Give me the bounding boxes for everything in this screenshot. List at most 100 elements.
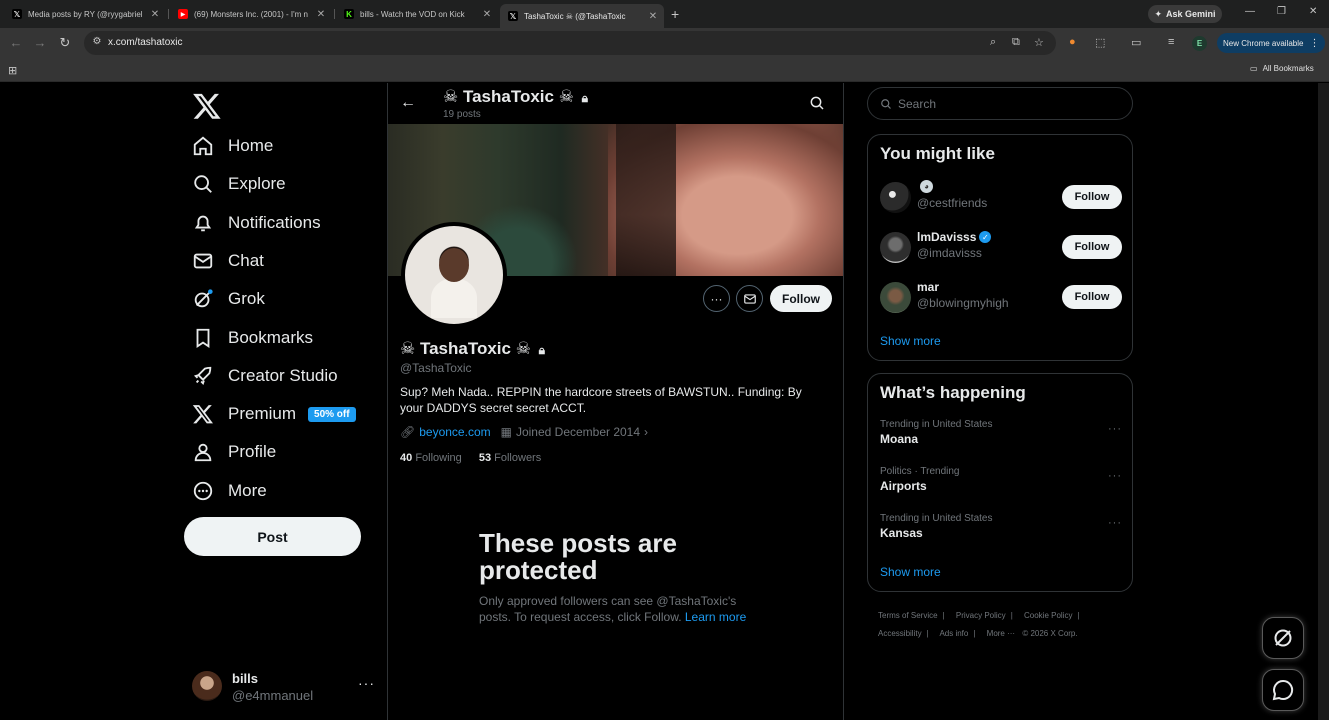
person-icon: [192, 441, 214, 463]
trend-item[interactable]: Trending in United States Kansas ···: [880, 513, 1122, 545]
footer-link[interactable]: Ads info: [939, 629, 968, 638]
profile-avatar[interactable]: E: [1192, 36, 1207, 51]
more-dots-icon[interactable]: ···: [1108, 423, 1122, 435]
footer-link[interactable]: Terms of Service: [878, 611, 938, 620]
browser-tab[interactable]: K bills - Watch the VOD on Kick ✕: [336, 4, 498, 24]
back-icon[interactable]: ←: [8, 35, 24, 50]
more-dots-icon[interactable]: ···: [1108, 470, 1122, 482]
bookmark-star-icon[interactable]: ☆: [1034, 36, 1044, 49]
browser-tab[interactable]: ▶ (69) Monsters Inc. (2001) - I'm n ✕: [170, 4, 332, 24]
close-icon[interactable]: ✕: [148, 9, 162, 20]
minimize-icon[interactable]: —: [1245, 6, 1255, 17]
more-dots-icon[interactable]: ···: [358, 675, 375, 691]
sidebar-footer: Terms of Service | Privacy Policy | Cookie…: [878, 611, 1080, 638]
show-more-link[interactable]: Show more: [880, 565, 941, 579]
post-button[interactable]: Post: [184, 517, 361, 556]
grok-floating-button[interactable]: [1262, 617, 1304, 659]
nav-bookmarks[interactable]: Bookmarks: [192, 319, 313, 357]
url-text[interactable]: x.com/tashatoxic: [108, 37, 182, 48]
suggested-user[interactable]: lmDavisss ✓ @imdavisss Follow: [880, 230, 1122, 266]
nav-chat[interactable]: Chat: [192, 242, 264, 280]
nav-more-label: More: [228, 481, 267, 500]
chat-bubble-icon: [1272, 679, 1294, 701]
close-icon[interactable]: ✕: [646, 11, 660, 22]
folder-icon: ▭: [1250, 64, 1258, 73]
footer-link[interactable]: Accessibility: [878, 629, 922, 638]
back-arrow-icon[interactable]: ←: [400, 94, 416, 112]
search-input[interactable]: Search: [867, 87, 1133, 120]
follow-button[interactable]: Follow: [1062, 235, 1122, 259]
install-app-icon[interactable]: ⧉: [1012, 36, 1020, 49]
suggested-user[interactable]: ◕ @cestfriends Follow: [880, 180, 1122, 216]
media-icon[interactable]: ≡: [1168, 36, 1174, 48]
nav-explore[interactable]: Explore: [192, 165, 286, 203]
close-icon[interactable]: ✕: [314, 9, 328, 20]
nav-notifications[interactable]: Notifications: [192, 204, 321, 242]
profile-avatar[interactable]: [401, 222, 507, 328]
account-switcher[interactable]: bills @e4mmanuel ···: [192, 669, 377, 705]
avatar: [880, 182, 911, 213]
suggested-user[interactable]: mar @blowingmyhigh Follow: [880, 280, 1122, 316]
follow-button[interactable]: Follow: [1062, 285, 1122, 309]
reload-icon[interactable]: ↻: [57, 35, 73, 51]
ask-gemini-button[interactable]: ✦ Ask Gemini: [1148, 5, 1222, 23]
all-bookmarks-button[interactable]: ▭ All Bookmarks: [1250, 64, 1314, 73]
window-close-icon[interactable]: ✕: [1309, 6, 1317, 17]
footer-link[interactable]: Privacy Policy: [956, 611, 1006, 620]
kebab-menu-icon[interactable]: ⋮: [1309, 38, 1319, 49]
browser-tab-active[interactable]: 𝕏 TashaToxic ☠ (@TashaToxic ✕: [500, 4, 664, 28]
following-link[interactable]: 40 Following: [400, 452, 462, 464]
calendar-icon: ▦: [500, 425, 512, 439]
nav-profile[interactable]: Profile: [192, 433, 276, 471]
nav-premium[interactable]: Premium 50% off: [192, 395, 356, 433]
who-to-follow-card: You might like ◕ @cestfriends Follow lmD…: [867, 134, 1133, 361]
nav-home[interactable]: Home: [192, 127, 273, 165]
forward-icon[interactable]: →: [32, 35, 48, 50]
nav-more[interactable]: More: [192, 472, 267, 510]
show-more-link[interactable]: Show more: [880, 334, 941, 348]
address-bar[interactable]: ⚙ x.com/tashatoxic ⌕ ⧉ ☆: [84, 31, 1056, 55]
follow-button[interactable]: Follow: [1062, 185, 1122, 209]
x-icon: [192, 403, 214, 425]
close-icon[interactable]: ✕: [480, 9, 494, 20]
mail-icon: [192, 250, 214, 272]
trend-item[interactable]: Politics · Trending Airports ···: [880, 466, 1122, 498]
profile-website-link[interactable]: beyonce.com: [419, 425, 490, 439]
new-chrome-label: New Chrome available: [1223, 38, 1304, 48]
avatar: [880, 232, 911, 263]
grok-icon: [1274, 629, 1292, 647]
nav-grok[interactable]: Grok: [192, 280, 265, 318]
footer-link[interactable]: More ···: [987, 629, 1015, 638]
suggested-user-name: mar: [917, 280, 940, 294]
zoom-icon[interactable]: ⌕: [990, 36, 996, 49]
message-button[interactable]: [736, 285, 763, 312]
browser-tab[interactable]: 𝕏 Media posts by RY (@ryygabriel ✕: [4, 4, 166, 24]
all-bookmarks-label: All Bookmarks: [1262, 64, 1314, 73]
side-panel-icon[interactable]: ▭: [1131, 36, 1141, 49]
new-chrome-button[interactable]: New Chrome available ⋮: [1217, 33, 1325, 53]
page-scrollbar[interactable]: [1318, 83, 1329, 720]
site-info-icon[interactable]: ⚙: [90, 36, 104, 50]
profile-meta: 🔗︎ beyonce.com ▦ Joined December 2014 ›: [400, 425, 648, 439]
extension-icon[interactable]: ●: [1069, 36, 1076, 48]
followers-link[interactable]: 53 Followers: [479, 452, 541, 464]
trend-item[interactable]: Trending in United States Moana ···: [880, 419, 1122, 451]
search-icon: [192, 173, 214, 195]
follow-button[interactable]: Follow: [770, 285, 832, 312]
search-icon[interactable]: [809, 95, 825, 111]
more-options-button[interactable]: ···: [703, 285, 730, 312]
more-dots-icon[interactable]: ···: [1108, 517, 1122, 529]
new-tab-button[interactable]: +: [671, 6, 679, 22]
x-icon: 𝕏: [12, 9, 22, 19]
puzzle-icon[interactable]: ⬚: [1095, 36, 1105, 49]
chevron-right-icon[interactable]: ›: [644, 425, 648, 439]
footer-link[interactable]: Cookie Policy: [1024, 611, 1072, 620]
messages-floating-button[interactable]: [1262, 669, 1304, 711]
right-sidebar: Search You might like ◕ @cestfriends Fol…: [866, 83, 1134, 720]
nav-creator-studio[interactable]: Creator Studio: [192, 357, 338, 395]
restore-icon[interactable]: ❐: [1277, 6, 1286, 17]
x-logo-icon[interactable]: [192, 91, 222, 121]
whats-happening-card: What’s happening Trending in United Stat…: [867, 373, 1133, 592]
learn-more-link[interactable]: Learn more: [685, 610, 746, 624]
apps-grid-icon[interactable]: ⊞: [8, 64, 17, 77]
